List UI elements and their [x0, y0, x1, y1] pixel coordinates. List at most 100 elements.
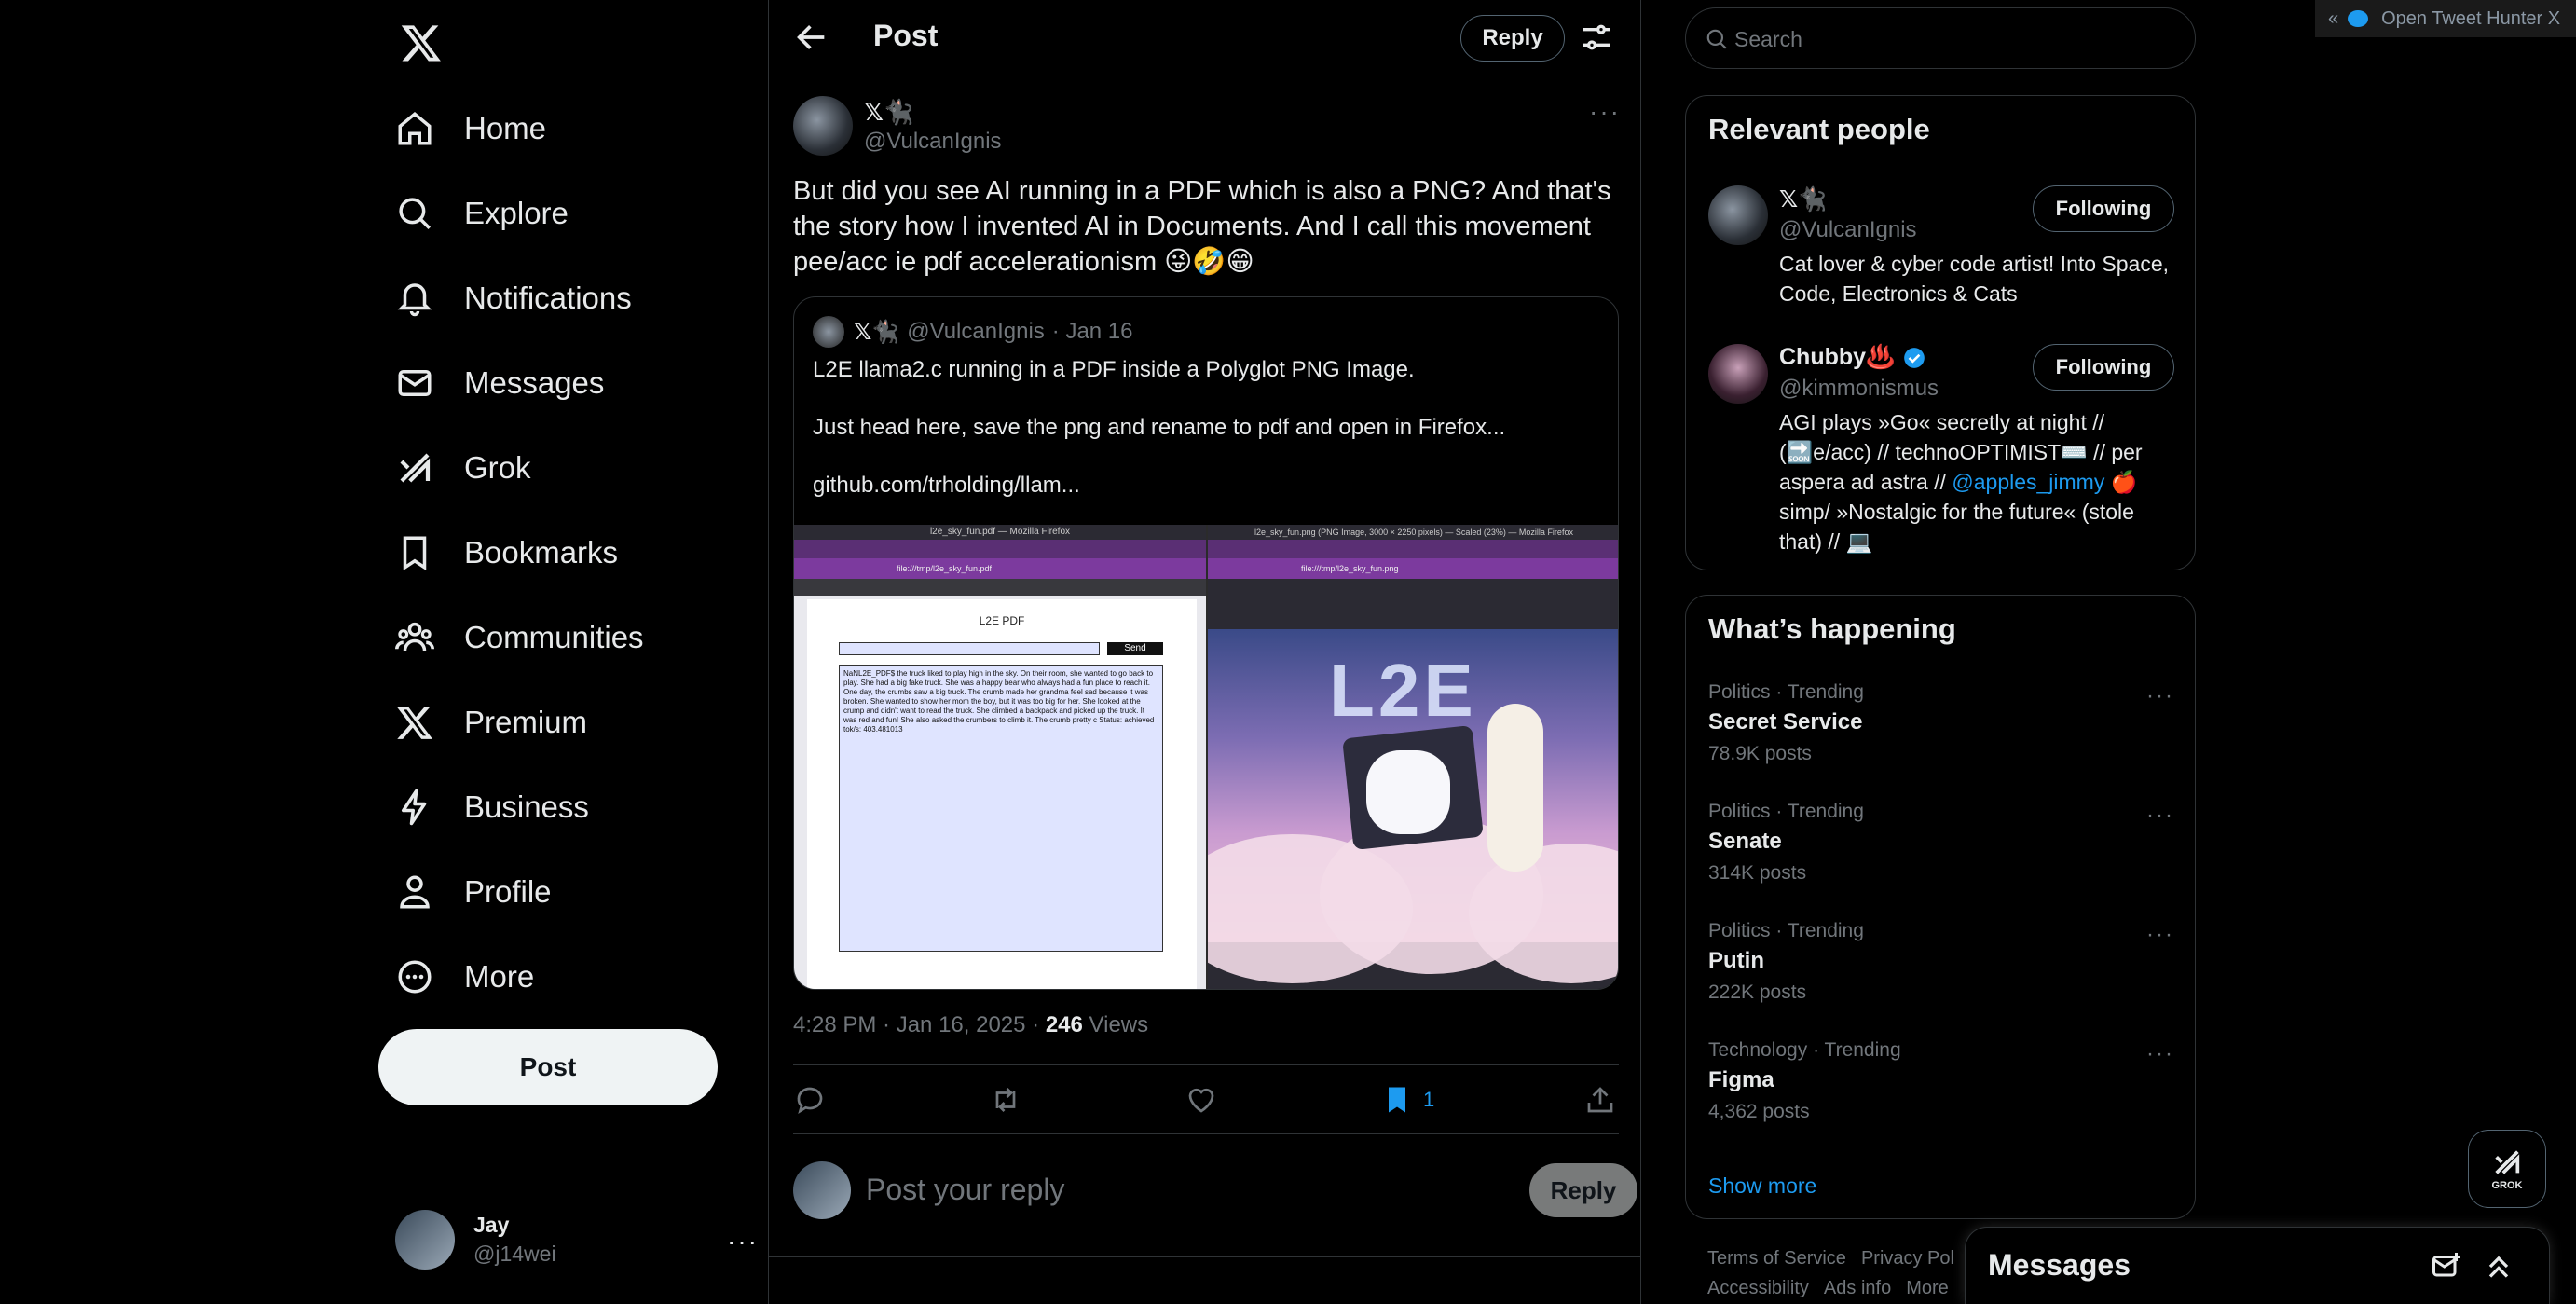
- quoted-tweet[interactable]: 𝕏🐈‍⬛ @VulcanIgnis · Jan 16 L2E llama2.c …: [793, 296, 1619, 990]
- communities-icon: [395, 622, 434, 651]
- more-dots-icon[interactable]: ···: [2146, 803, 2174, 829]
- nav-messages[interactable]: Messages: [391, 340, 644, 425]
- comment-icon: [797, 1087, 823, 1114]
- more-dots-icon[interactable]: ···: [2146, 922, 2174, 948]
- reply-button[interactable]: Reply: [1460, 15, 1565, 62]
- share-action[interactable]: [1583, 1081, 1617, 1119]
- bio-mention-link[interactable]: @apples_jimmy: [1952, 470, 2104, 494]
- llama-figure: [1487, 704, 1543, 872]
- bookmark-filled-icon: [1389, 1087, 1405, 1113]
- footer-link[interactable]: Ads info: [1824, 1278, 1891, 1298]
- footer-link[interactable]: More: [1906, 1278, 1949, 1298]
- reply-input[interactable]: Post your reply: [866, 1173, 1064, 1207]
- bell-icon: [397, 282, 432, 316]
- x-logo-icon[interactable]: [391, 13, 451, 73]
- retweet-icon: [995, 1088, 1016, 1112]
- show-more-link[interactable]: Show more: [1708, 1174, 1816, 1199]
- nav-profile[interactable]: Profile: [391, 849, 644, 934]
- trend-item[interactable]: Technology · Trending Figma 4,362 posts …: [1708, 1039, 2174, 1142]
- window-title: l2e_sky_fun.png (PNG Image, 3000 × 2250 …: [1208, 525, 1618, 540]
- verified-badge-icon: [1904, 347, 1925, 368]
- nav-grok[interactable]: Grok: [391, 425, 644, 510]
- nav-communities[interactable]: Communities: [391, 595, 644, 679]
- nav-bookmarks[interactable]: Bookmarks: [391, 510, 644, 595]
- grok-icon: [400, 453, 431, 482]
- nav-label: Premium: [464, 704, 588, 739]
- nav-notifications[interactable]: Notifications: [391, 255, 644, 340]
- person-handle[interactable]: @kimmonismus: [1779, 376, 1939, 402]
- screenshot-png-firefox: l2e_sky_fun.png (PNG Image, 3000 × 2250 …: [1208, 525, 1618, 989]
- like-action[interactable]: [1185, 1081, 1218, 1119]
- sliders-icon[interactable]: [1578, 19, 1615, 56]
- nav-more[interactable]: More: [391, 934, 644, 1019]
- trend-item[interactable]: Politics · Trending Senate 314K posts ··…: [1708, 801, 2174, 903]
- grok-label: GROK: [2491, 1180, 2523, 1191]
- grok-icon: [2495, 1150, 2520, 1174]
- window-title: l2e_sky_fun.pdf — Mozilla Firefox: [794, 525, 1206, 540]
- footer-link[interactable]: Terms of Service: [1707, 1248, 1846, 1269]
- quote-media[interactable]: l2e_sky_fun.pdf — Mozilla Firefox file:/…: [794, 525, 1618, 989]
- more-dots-icon[interactable]: ···: [2146, 1041, 2174, 1067]
- person-name[interactable]: 𝕏🐈‍⬛: [1779, 185, 1827, 213]
- nav-label: Notifications: [464, 280, 632, 315]
- nav-home[interactable]: Home: [391, 86, 644, 171]
- following-button[interactable]: Following: [2033, 185, 2174, 232]
- person-card[interactable]: Chubby♨️ @kimmonismus AGI plays »Go« sec…: [1708, 344, 2174, 558]
- person-name[interactable]: Chubby♨️: [1779, 344, 1926, 371]
- nav-label: Grok: [464, 449, 531, 485]
- nav-business[interactable]: Business: [391, 764, 644, 849]
- nav-label: Communities: [464, 619, 644, 654]
- messages-drawer[interactable]: Messages: [1965, 1227, 2550, 1304]
- nav-premium[interactable]: Premium: [391, 679, 644, 764]
- tweet-actions: 1: [793, 1081, 1619, 1119]
- author-name[interactable]: 𝕏🐈‍⬛: [864, 98, 1002, 127]
- trend-item[interactable]: Politics · Trending Putin 222K posts ···: [1708, 920, 2174, 1023]
- quote-header: 𝕏🐈‍⬛ @VulcanIgnis · Jan 16: [813, 316, 1133, 348]
- person-card[interactable]: 𝕏🐈‍⬛ @VulcanIgnis Cat lover & cyber code…: [1708, 185, 2174, 316]
- person-handle[interactable]: @VulcanIgnis: [1779, 217, 1917, 243]
- avatar[interactable]: [1708, 344, 1768, 404]
- tweet-hunter-extension[interactable]: « Open Tweet Hunter X: [2315, 0, 2576, 37]
- reply-action[interactable]: [793, 1081, 827, 1119]
- url-bar: file:///tmp/l2e_sky_fun.png: [1208, 558, 1618, 579]
- page-title: Post: [873, 19, 939, 52]
- search-input[interactable]: Search: [1734, 27, 1802, 52]
- whats-happening-panel: What’s happening Politics · Trending Sec…: [1685, 595, 2196, 1219]
- more-dots-icon[interactable]: ···: [727, 1227, 759, 1256]
- search-box[interactable]: Search: [1685, 7, 2196, 69]
- quote-text: L2E llama2.c running in a PDF inside a P…: [813, 357, 1506, 498]
- tweet-author[interactable]: 𝕏🐈‍⬛ @VulcanIgnis: [793, 93, 1002, 158]
- more-dots-icon[interactable]: ···: [2146, 683, 2174, 709]
- right-sidebar: Search Relevant people 𝕏🐈‍⬛ @VulcanIgnis…: [1685, 0, 2196, 1304]
- nav-label: Bookmarks: [464, 534, 619, 570]
- bookmark-action[interactable]: 1: [1380, 1081, 1434, 1119]
- trend-item[interactable]: Politics · Trending Secret Service 78.9K…: [1708, 681, 2174, 784]
- grok-floating-button[interactable]: GROK: [2468, 1130, 2546, 1208]
- following-button[interactable]: Following: [2033, 344, 2174, 391]
- person-icon: [400, 875, 430, 908]
- new-message-icon[interactable]: [2430, 1250, 2463, 1283]
- footer-link[interactable]: Accessibility: [1707, 1278, 1809, 1298]
- nav-explore[interactable]: Explore: [391, 171, 644, 255]
- account-switcher[interactable]: Jay @j14wei ···: [395, 1208, 768, 1271]
- footer-link[interactable]: Privacy Pol: [1861, 1248, 1954, 1269]
- tweet-hunter-logo-icon: [2348, 10, 2369, 27]
- avatar: [813, 316, 844, 348]
- reply-submit-button[interactable]: Reply: [1529, 1163, 1637, 1217]
- messages-drawer-title: Messages: [1988, 1248, 2131, 1282]
- avatar[interactable]: [793, 96, 853, 156]
- back-arrow-icon[interactable]: [793, 19, 830, 56]
- primary-nav: Home Explore Notifications Messages Grok…: [391, 86, 644, 1019]
- author-handle[interactable]: @VulcanIgnis: [864, 129, 1002, 155]
- avatar[interactable]: [1708, 185, 1768, 245]
- relevant-people-panel: Relevant people 𝕏🐈‍⬛ @VulcanIgnis Cat lo…: [1685, 95, 2196, 570]
- chevron-up-double-icon[interactable]: [2482, 1250, 2515, 1283]
- post-button[interactable]: Post: [378, 1029, 718, 1105]
- extension-label: Open Tweet Hunter X: [2381, 7, 2561, 29]
- more-dots-icon[interactable]: ···: [1589, 97, 1621, 127]
- pdf-page: L2E PDF Send NaNL2E_PDF$ the truck liked…: [807, 599, 1197, 989]
- nav-label: Messages: [464, 364, 605, 400]
- tweet-text: But did you see AI running in a PDF whic…: [793, 176, 1611, 277]
- bookmark-count: 1: [1423, 1088, 1435, 1111]
- retweet-action[interactable]: [989, 1081, 1022, 1119]
